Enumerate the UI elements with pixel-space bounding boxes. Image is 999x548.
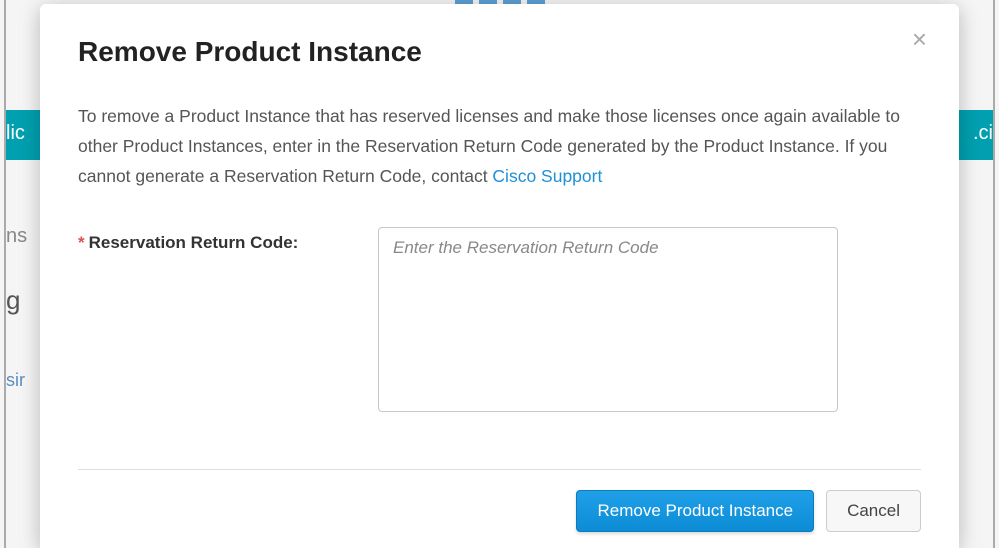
close-icon[interactable]: ×: [912, 26, 927, 52]
cisco-support-link[interactable]: Cisco Support: [492, 166, 602, 186]
return-code-input[interactable]: [378, 227, 838, 412]
bg-fragment-ns: ns: [6, 225, 27, 248]
modal-header: Remove Product Instance ×: [78, 4, 921, 76]
form-label-wrap: *Reservation Return Code:: [78, 227, 378, 253]
modal-body: To remove a Product Instance that has re…: [78, 76, 921, 469]
bg-border-right: [993, 0, 995, 548]
bg-border-left: [4, 0, 6, 548]
bg-fragment-sir: sir: [6, 370, 25, 391]
modal-title: Remove Product Instance: [78, 36, 921, 68]
required-indicator: *: [78, 233, 85, 252]
bg-fragment-g: g: [6, 285, 20, 316]
return-code-form-row: *Reservation Return Code:: [78, 227, 921, 412]
return-code-label: Reservation Return Code:: [89, 233, 299, 252]
cancel-button[interactable]: Cancel: [826, 490, 921, 532]
description-text: To remove a Product Instance that has re…: [78, 106, 900, 186]
modal-footer: Remove Product Instance Cancel: [78, 469, 921, 548]
bg-fragment-lic: lic: [6, 122, 25, 145]
modal-description: To remove a Product Instance that has re…: [78, 102, 921, 191]
bg-fragment-ci: .ci: [973, 122, 993, 145]
remove-product-instance-button[interactable]: Remove Product Instance: [576, 490, 814, 532]
remove-product-instance-modal: Remove Product Instance × To remove a Pr…: [40, 4, 959, 548]
